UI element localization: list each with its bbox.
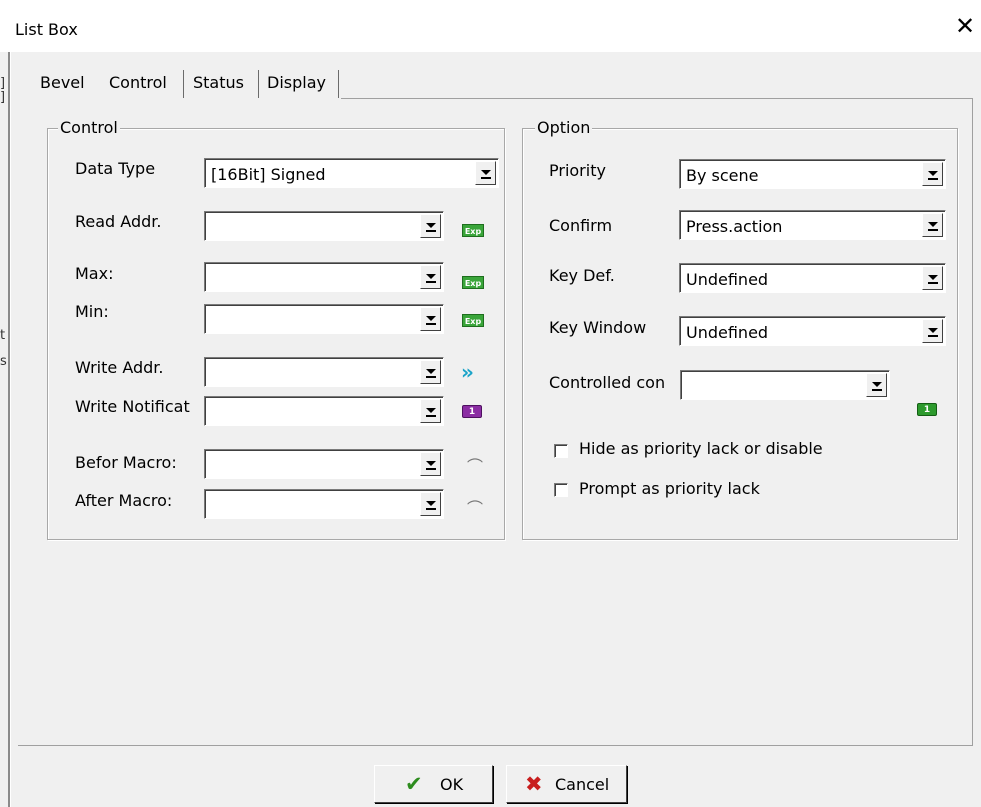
before-macro-select[interactable] (204, 449, 444, 479)
control-group-legend: Control (58, 118, 120, 137)
key-def-select[interactable]: Undefined (679, 263, 946, 293)
tab-separator (258, 70, 259, 98)
green-one-icon[interactable]: 1 (917, 403, 937, 416)
prompt-priority-label[interactable]: Prompt as priority lack (579, 479, 760, 498)
hide-priority-checkbox[interactable] (554, 444, 568, 458)
chevron-down-icon[interactable] (922, 162, 943, 186)
min-label: Min: (75, 302, 109, 321)
chevron-down-icon[interactable] (420, 492, 441, 516)
hide-priority-label[interactable]: Hide as priority lack or disable (579, 439, 823, 458)
chevron-down-icon[interactable] (922, 213, 943, 237)
panel-bottom-border (18, 745, 973, 746)
data-type-select[interactable]: [16Bit] Signed (204, 158, 499, 188)
key-def-label: Key Def. (549, 266, 615, 285)
option-group-legend: Option (535, 118, 593, 137)
chevron-down-icon[interactable] (420, 360, 441, 384)
key-def-value: Undefined (686, 270, 769, 289)
confirm-label: Confirm (549, 216, 613, 235)
data-type-value: [16Bit] Signed (211, 165, 326, 184)
data-type-label: Data Type (75, 159, 156, 178)
write-addr-label: Write Addr. (75, 358, 164, 377)
write-notification-label: Write Notificat (75, 397, 190, 416)
chevron-down-icon[interactable] (420, 214, 441, 238)
chevron-down-icon[interactable] (420, 307, 441, 331)
max-label: Max: (75, 264, 114, 283)
ok-button-label: OK (440, 775, 464, 794)
key-window-value: Undefined (686, 323, 769, 342)
panel-top-border (341, 98, 973, 99)
priority-label: Priority (549, 161, 606, 180)
exp-icon[interactable]: Exp (462, 276, 484, 289)
x-icon: ✖ (525, 772, 543, 796)
chevron-down-icon[interactable] (922, 319, 943, 343)
chevron-down-icon[interactable] (922, 266, 943, 290)
priority-select[interactable]: By scene (679, 159, 946, 189)
double-chevron-icon[interactable]: » (461, 362, 474, 382)
chevron-down-icon[interactable] (420, 452, 441, 476)
prompt-priority-checkbox[interactable] (554, 483, 568, 497)
cancel-button[interactable]: ✖ Cancel (506, 765, 627, 803)
key-window-select[interactable]: Undefined (679, 316, 946, 346)
edge-mark: ] (0, 76, 6, 91)
controlled-con-label: Controlled con (549, 373, 666, 392)
chevron-down-icon[interactable] (420, 399, 441, 423)
write-addr-select[interactable] (204, 357, 444, 387)
close-icon[interactable]: ✕ (955, 14, 975, 38)
tab-bevel[interactable]: Bevel (40, 72, 85, 96)
read-addr-select[interactable] (204, 211, 444, 241)
checkmark-icon: ✔ (405, 772, 423, 796)
chevron-down-icon[interactable] (866, 373, 887, 397)
max-select[interactable] (204, 262, 444, 292)
min-select[interactable] (204, 304, 444, 334)
chevron-down-icon[interactable] (420, 265, 441, 289)
edge-mark: ] (0, 90, 6, 105)
after-macro-label: After Macro: (75, 491, 173, 510)
chevron-down-icon[interactable] (475, 161, 496, 185)
tab-separator (183, 70, 184, 98)
title-bar (0, 0, 981, 52)
cancel-button-label: Cancel (555, 775, 610, 794)
window-title: List Box (15, 20, 78, 39)
macro-icon[interactable]: ⌒ (467, 495, 483, 519)
tab-status[interactable]: Status (193, 72, 244, 96)
confirm-value: Press.action (686, 217, 783, 236)
ok-button[interactable]: ✔ OK (374, 765, 493, 803)
tab-display[interactable]: Display (267, 72, 326, 96)
write-notification-select[interactable] (204, 396, 444, 426)
exp-icon[interactable]: Exp (462, 224, 484, 237)
window-left-edge-highlight (10, 52, 11, 807)
tab-separator (338, 70, 339, 98)
purple-one-icon[interactable]: 1 (462, 405, 482, 418)
macro-icon[interactable]: ⌒ (467, 453, 483, 477)
exp-icon[interactable]: Exp (462, 314, 484, 327)
edge-mark: t (0, 328, 6, 343)
key-window-label: Key Window (549, 318, 647, 337)
panel-right-border (972, 98, 973, 746)
confirm-select[interactable]: Press.action (679, 210, 946, 240)
tab-control[interactable]: Control (109, 72, 167, 96)
after-macro-select[interactable] (204, 489, 444, 519)
before-macro-label: Befor Macro: (75, 453, 177, 472)
controlled-con-select[interactable] (680, 370, 890, 400)
priority-value: By scene (686, 166, 759, 185)
read-addr-label: Read Addr. (75, 212, 162, 231)
edge-mark: s (0, 354, 7, 369)
